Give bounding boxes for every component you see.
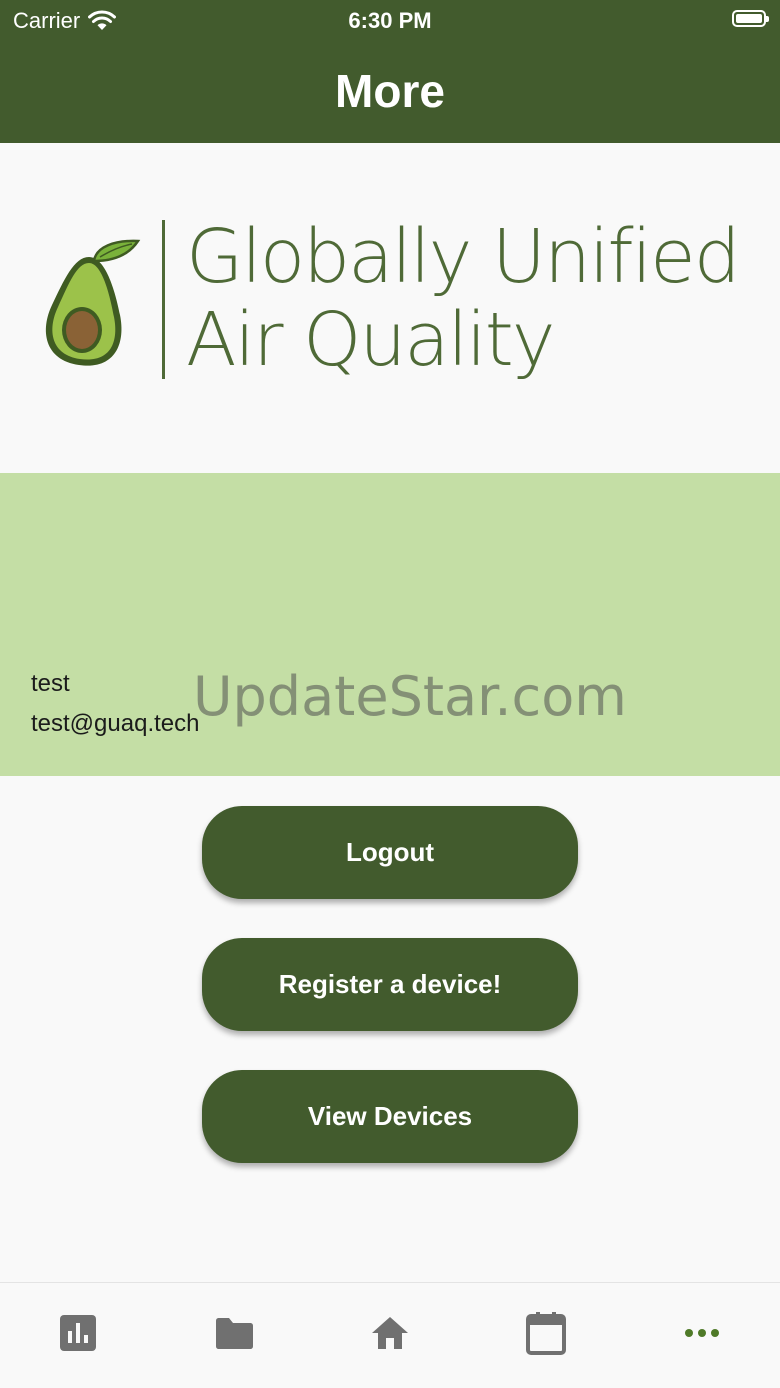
watermark: UpdateStar.com: [193, 665, 627, 728]
profile-panel: UpdateStar.com test test@guaq.tech: [0, 473, 780, 776]
bottom-tab-bar: [0, 1282, 780, 1388]
folder-icon: [216, 1318, 253, 1349]
home-icon: [372, 1317, 408, 1349]
calendar-icon: [526, 1312, 566, 1355]
user-email: test@guaq.tech: [31, 710, 200, 737]
user-name: test: [31, 670, 70, 697]
battery-icon: [732, 10, 769, 27]
bar-chart-icon: [60, 1315, 96, 1351]
tab-calendar[interactable]: [468, 1283, 624, 1383]
view-devices-button[interactable]: View Devices: [202, 1070, 578, 1163]
logout-button[interactable]: Logout: [202, 806, 578, 899]
tab-files[interactable]: [156, 1283, 312, 1383]
page-title: More: [335, 65, 445, 117]
logo-area: Globally Unified Air Quality: [0, 143, 780, 473]
tab-home[interactable]: [312, 1283, 468, 1383]
tab-stats[interactable]: [0, 1283, 156, 1383]
logo-title-line1: Globally Unified: [186, 214, 741, 300]
app-bar: More: [0, 40, 780, 143]
logo-title-line2: Air Quality: [186, 297, 556, 383]
logo-divider: [162, 220, 165, 379]
tab-more[interactable]: [624, 1283, 780, 1383]
register-device-button[interactable]: Register a device!: [202, 938, 578, 1031]
status-time: 6:30 PM: [348, 8, 432, 33]
status-bar: Carrier 6:30 PM: [0, 0, 780, 40]
avocado-logo-icon: [45, 239, 141, 366]
more-dots-icon: [685, 1329, 719, 1337]
